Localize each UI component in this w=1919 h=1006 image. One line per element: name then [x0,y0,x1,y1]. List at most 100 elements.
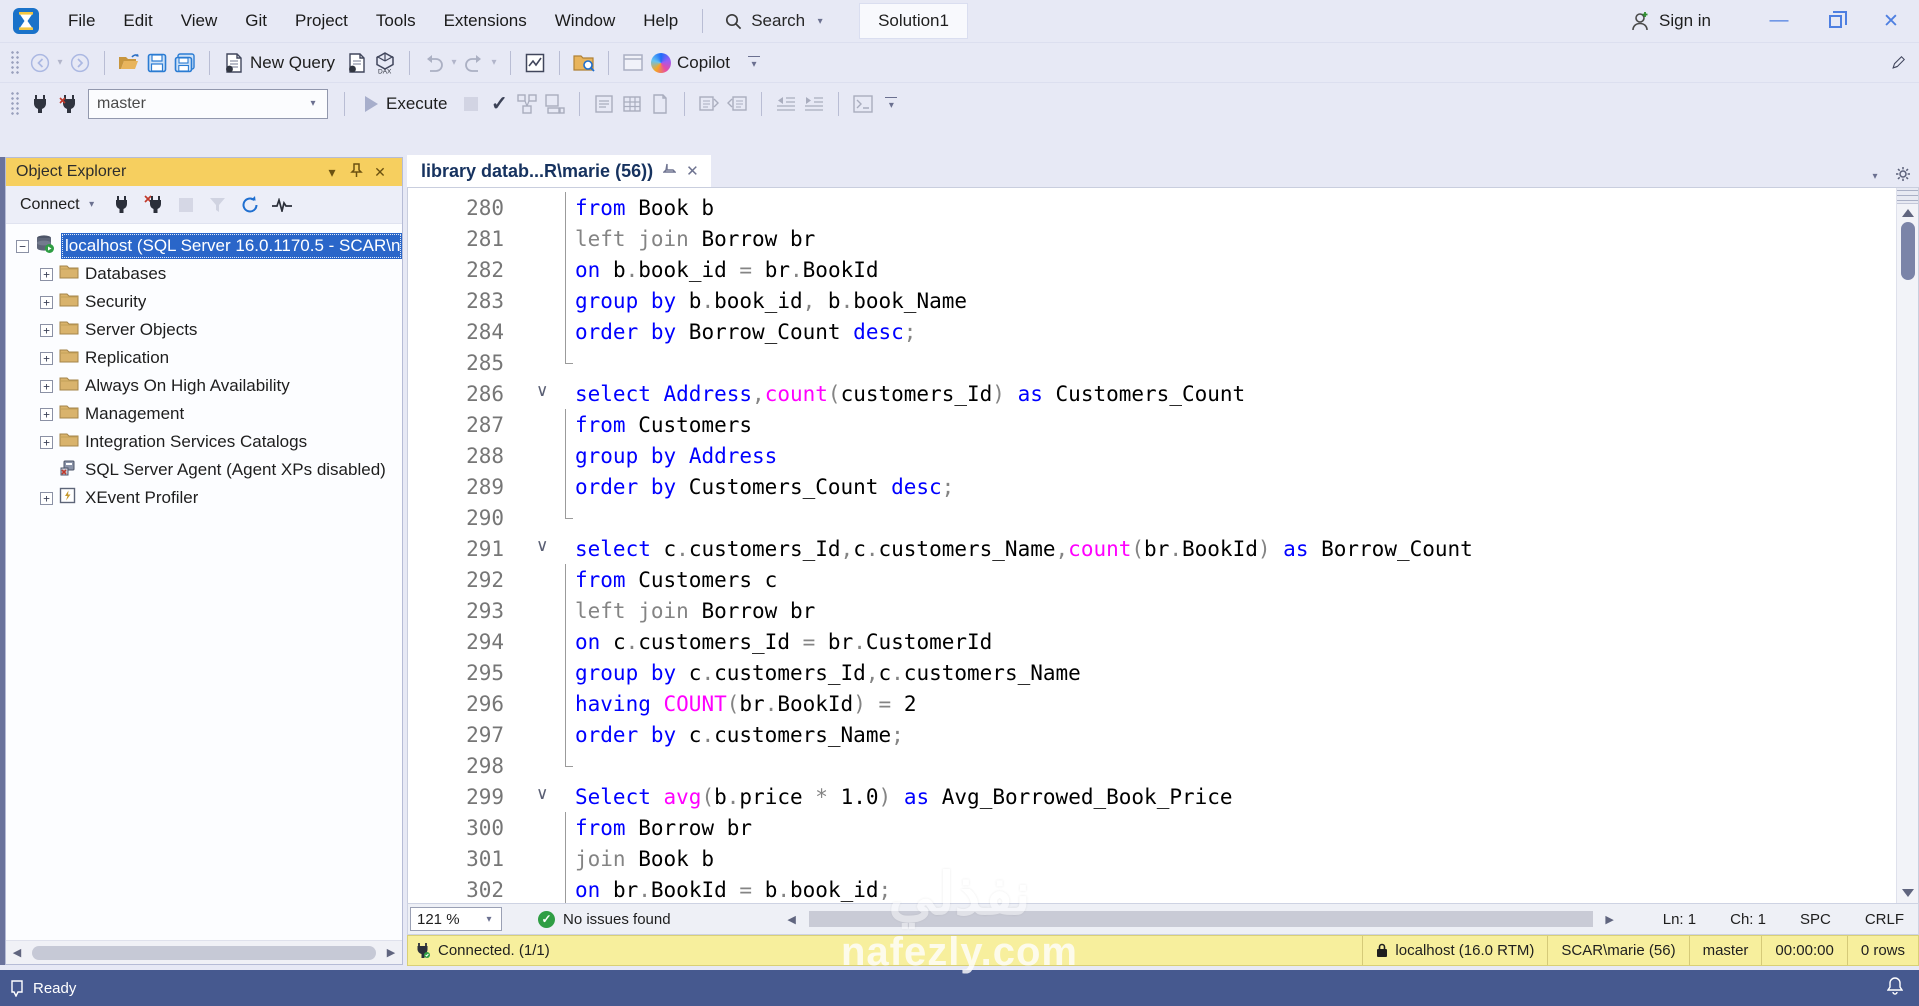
minimize-button[interactable]: — [1751,0,1807,42]
activity-pulse-icon[interactable] [268,191,296,219]
tree-item-security[interactable]: + Security [6,288,402,316]
code-line[interactable]: 299 ∨ Select avg(b.price * 1.0) as Avg_Bor… [408,781,1896,812]
toolbar-overflow-icon[interactable]: ▾ [747,55,760,70]
expander-icon[interactable]: + [40,295,53,309]
dax-query-icon[interactable]: DAX [371,49,399,77]
code-line[interactable]: 286 ∨ select Address,count(customers_Id) a… [408,378,1896,409]
results-to-file-icon[interactable] [646,90,674,118]
expander-icon[interactable]: − [16,239,29,253]
zoom-combobox[interactable]: 121 % ▾ [410,907,502,931]
tree-item-xevent-profiler[interactable]: + XEvent Profiler [6,484,402,512]
tree-item-replication[interactable]: + Replication [6,344,402,372]
toolbar-overflow-icon[interactable]: ▾ [885,96,898,111]
code-line[interactable]: 290 [408,502,1896,533]
navigate-back-caret-icon[interactable]: ▾ [54,57,66,68]
expander-icon[interactable]: + [40,491,53,505]
search-control[interactable]: Search ▾ [713,5,838,37]
code-line[interactable]: 296 having COUNT(br.BookId) = 2 [408,688,1896,719]
scroll-up-icon[interactable] [1901,209,1914,217]
scroll-right-icon[interactable]: ▶ [380,946,402,959]
object-explorer-hscrollbar[interactable]: ◀ ▶ [6,940,402,964]
menu-item-git[interactable]: Git [231,2,281,40]
restore-button[interactable] [1807,0,1863,42]
scroll-down-icon[interactable] [1901,889,1914,897]
window-layout-icon[interactable] [619,49,647,77]
tree-item-management[interactable]: + Management [6,400,402,428]
tree-item-integration-services-catalogs[interactable]: + Integration Services Catalogs [6,428,402,456]
tree-item-sql-server-agent-agent-xps-disabled[interactable]: SQL Server Agent (Agent XPs disabled) [6,456,402,484]
database-engine-query-icon[interactable] [343,49,371,77]
code-line[interactable]: 291 ∨ select c.customers_Id,c.customers_Na… [408,533,1896,564]
stop-icon[interactable] [172,191,200,219]
code-line[interactable]: 282 on b.book_id = br.BookId [408,254,1896,285]
execute-button[interactable]: Execute [355,94,457,114]
new-query-icon[interactable] [220,49,248,77]
refresh-icon[interactable] [236,191,264,219]
document-tab[interactable]: library datab...R\marie (56)) ✕ [407,155,711,187]
menu-item-extensions[interactable]: Extensions [430,2,541,40]
save-button[interactable] [143,49,171,77]
live-query-stats-icon[interactable] [541,90,569,118]
connect-button[interactable]: Connect ▾ [14,192,104,218]
close-panel-icon[interactable]: ✕ [368,164,392,181]
uncomment-selection-icon[interactable] [723,90,751,118]
code-line[interactable]: 287 from Customers [408,409,1896,440]
parse-button[interactable]: ✓ [485,90,513,118]
code-editor[interactable]: 280 from Book b 281 left join Borrow br 282 o… [407,187,1919,903]
undo-caret-icon[interactable]: ▾ [448,57,460,68]
space-mode-indicator[interactable]: SPC [1800,911,1831,928]
pin-icon[interactable] [344,163,368,181]
scroll-left-icon[interactable]: ◀ [6,946,28,959]
code-line[interactable]: 297 order by c.customers_Name; [408,719,1896,750]
expander-icon[interactable]: + [40,351,53,365]
object-explorer-header[interactable]: Object Explorer ▾ ✕ [6,158,402,186]
tab-close-icon[interactable]: ✕ [686,162,699,180]
change-connection-icon[interactable] [54,90,82,118]
menu-item-window[interactable]: Window [541,2,629,40]
expander-icon[interactable]: + [40,267,53,281]
tree-item-localhost-sql-server-16-0-1170-5-scar-n[interactable]: − localhost (SQL Server 16.0.1170.5 - SCA… [6,232,402,260]
tree-item-databases[interactable]: + Databases [6,260,402,288]
issues-indicator[interactable]: ✓ No issues found [538,910,671,928]
feedback-pen-icon[interactable] [1891,49,1919,77]
redo-caret-icon[interactable]: ▾ [488,57,500,68]
hscroll-thumb[interactable] [808,911,1593,927]
toolbar-grip[interactable] [10,90,20,117]
connect-database-icon[interactable] [26,90,54,118]
code-line[interactable]: 285 [408,347,1896,378]
navigate-back-button[interactable] [26,49,54,77]
sqlcmd-mode-icon[interactable] [849,90,877,118]
expander-icon[interactable]: + [40,407,53,421]
menu-item-file[interactable]: File [54,2,109,40]
editor-vscrollbar[interactable] [1896,188,1918,903]
code-line[interactable]: 295 group by c.customers_Id,c.customers_N… [408,657,1896,688]
sign-in-button[interactable]: Sign in [1629,11,1711,31]
notifications-bell-icon[interactable] [1886,977,1919,999]
activity-monitor-icon[interactable] [521,49,549,77]
menu-item-project[interactable]: Project [281,2,362,40]
toolbar-grip[interactable] [10,49,20,76]
copilot-icon[interactable] [647,49,675,77]
user-segment[interactable]: SCAR\marie (56) [1547,936,1688,965]
code-line[interactable]: 292 from Customers c [408,564,1896,595]
menu-item-help[interactable]: Help [629,2,692,40]
tree-item-always-on-high-availability[interactable]: + Always On High Availability [6,372,402,400]
code-line[interactable]: 283 group by b.book_id, b.book_Name [408,285,1896,316]
database-segment[interactable]: master [1688,936,1762,965]
disconnect-plug-icon[interactable] [140,191,168,219]
close-button[interactable]: ✕ [1863,0,1919,42]
eol-indicator[interactable]: CRLF [1865,911,1904,928]
editor-options-gear-icon[interactable] [1895,166,1911,187]
expander-icon[interactable]: + [40,323,53,337]
filter-icon[interactable] [204,191,232,219]
estimated-plan-icon[interactable] [513,90,541,118]
menu-item-edit[interactable]: Edit [109,2,166,40]
code-line[interactable]: 301 join Book b [408,843,1896,874]
scroll-right-icon[interactable]: ▶ [1599,913,1621,926]
vscroll-thumb[interactable] [1900,222,1915,280]
code-line[interactable]: 281 left join Borrow br [408,223,1896,254]
code-line[interactable]: 288 group by Address [408,440,1896,471]
expander-icon[interactable]: + [40,435,53,449]
object-explorer-search-icon[interactable] [570,49,598,77]
tree-item-server-objects[interactable]: + Server Objects [6,316,402,344]
